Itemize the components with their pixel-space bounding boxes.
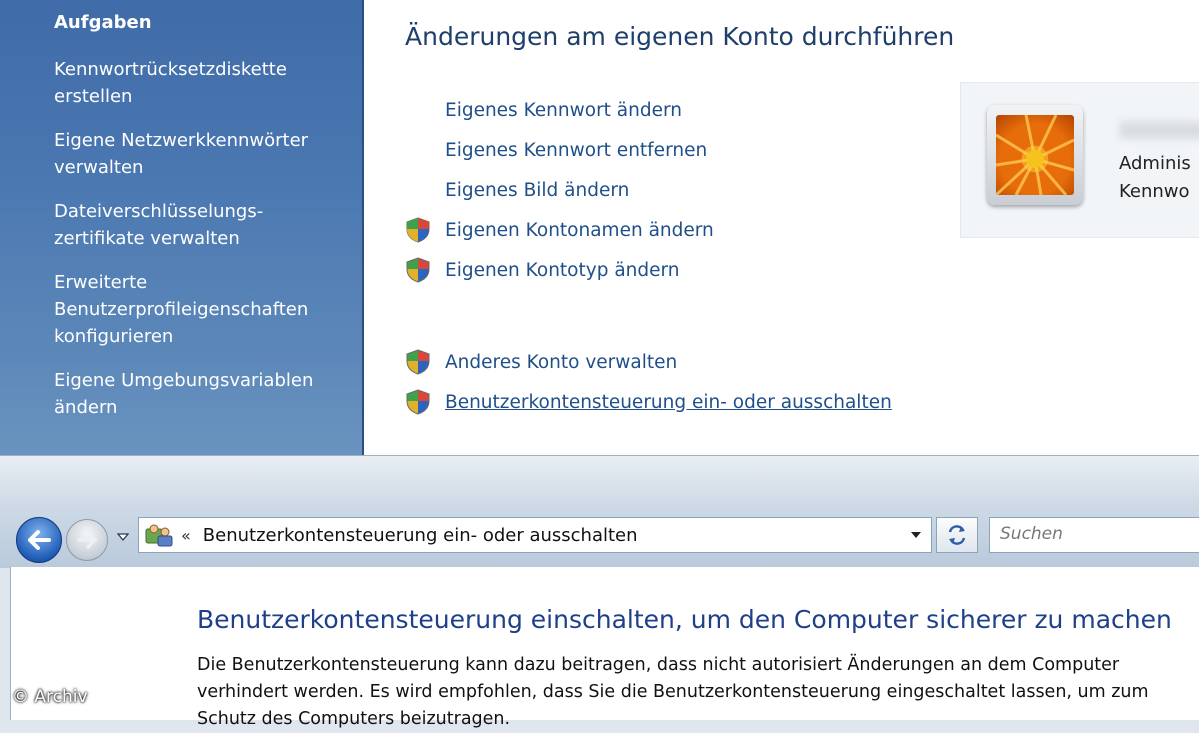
uac-description: Die Benutzerkontensteuerung kann dazu be… <box>197 655 1149 729</box>
task-label: Eigenes Kennwort entfernen <box>445 139 708 161</box>
task-manage-other-account[interactable]: Anderes Konto verwalten <box>405 342 892 382</box>
task-remove-password[interactable]: Eigenes Kennwort entfernen <box>405 130 892 170</box>
task-label: Anderes Konto verwalten <box>445 351 678 373</box>
task-label: Eigenen Kontonamen ändern <box>445 219 714 241</box>
copyright-watermark: © Archiv <box>12 687 88 707</box>
account-task-list: Eigenes Kennwort ändern Eigenes Kennwort… <box>405 90 892 422</box>
chevron-down-icon <box>911 532 921 538</box>
sidebar-heading: Aufgaben <box>54 12 152 33</box>
search-box <box>989 517 1199 553</box>
sidebar-item-encryption-certificates[interactable]: Dateiverschlüsselungs- zertifikate verwa… <box>54 198 344 252</box>
task-change-picture[interactable]: Eigenes Bild ändern <box>405 170 892 210</box>
uac-shield-icon <box>405 389 431 415</box>
account-name-blurred <box>1119 121 1199 139</box>
task-change-account-name[interactable]: Eigenen Kontonamen ändern <box>405 210 892 250</box>
uac-shield-icon <box>405 257 431 283</box>
task-label: Eigenes Kennwort ändern <box>445 99 683 121</box>
task-label: Eigenen Kontotyp ändern <box>445 259 680 281</box>
sidebar-item-profile-properties[interactable]: Erweiterte Benutzerprofileigenschaften k… <box>54 269 344 350</box>
back-button[interactable] <box>16 517 62 563</box>
address-bar[interactable]: « Benutzerkontensteuerung ein- oder auss… <box>138 517 932 553</box>
flower-picture-icon <box>996 115 1074 195</box>
page-title: Änderungen am eigenen Konto durchführen <box>405 22 955 51</box>
task-sidebar: Aufgaben Kennwortrücksetzdiskette erstel… <box>0 0 362 455</box>
sidebar-divider <box>362 0 364 455</box>
sidebar-item-password-reset-disk[interactable]: Kennwortrücksetzdiskette erstellen <box>54 56 344 110</box>
account-card: Adminis Kennwo <box>960 82 1199 238</box>
task-change-password[interactable]: Eigenes Kennwort ändern <box>405 90 892 130</box>
arrow-right-icon <box>77 531 97 549</box>
arrow-left-icon <box>28 530 51 550</box>
sidebar-task-list: Kennwortrücksetzdiskette erstellen Eigen… <box>54 56 344 438</box>
account-type: Adminis <box>1119 153 1191 174</box>
user-accounts-window: Aufgaben Kennwortrücksetzdiskette erstel… <box>0 0 1199 455</box>
breadcrumb-chevron[interactable]: « <box>181 526 191 545</box>
task-label: Benutzerkontensteuerung ein- oder aussch… <box>445 391 892 413</box>
sidebar-item-environment-variables[interactable]: Eigene Umgebungsvariablen ändern <box>54 367 344 421</box>
address-dropdown-button[interactable] <box>900 519 931 551</box>
window-chrome: « Benutzerkontensteuerung ein- oder auss… <box>0 455 1199 568</box>
breadcrumb[interactable]: Benutzerkontensteuerung ein- oder aussch… <box>203 525 900 546</box>
uac-settings-window: « Benutzerkontensteuerung ein- oder auss… <box>0 455 1199 729</box>
recent-pages-dropdown[interactable] <box>116 530 130 544</box>
account-avatar[interactable] <box>987 105 1083 205</box>
uac-shield-icon <box>405 217 431 243</box>
task-change-account-type[interactable]: Eigenen Kontotyp ändern <box>405 250 892 290</box>
task-label: Eigenes Bild ändern <box>445 179 630 201</box>
refresh-button[interactable] <box>936 517 978 553</box>
uac-content-pane: Benutzerkontensteuerung einschalten, um … <box>10 567 1199 729</box>
sidebar-item-network-passwords[interactable]: Eigene Netzwerkkennwörter verwalten <box>54 127 344 181</box>
search-input[interactable] <box>990 518 1190 550</box>
uac-shield-icon <box>405 349 431 375</box>
control-panel-users-icon <box>145 524 173 547</box>
forward-button[interactable] <box>66 519 108 561</box>
refresh-icon <box>948 525 966 545</box>
task-toggle-uac[interactable]: Benutzerkontensteuerung ein- oder aussch… <box>405 382 892 422</box>
chevron-down-icon <box>117 533 129 541</box>
account-password-status: Kennwo <box>1119 181 1190 202</box>
uac-heading: Benutzerkontensteuerung einschalten, um … <box>197 605 1172 634</box>
